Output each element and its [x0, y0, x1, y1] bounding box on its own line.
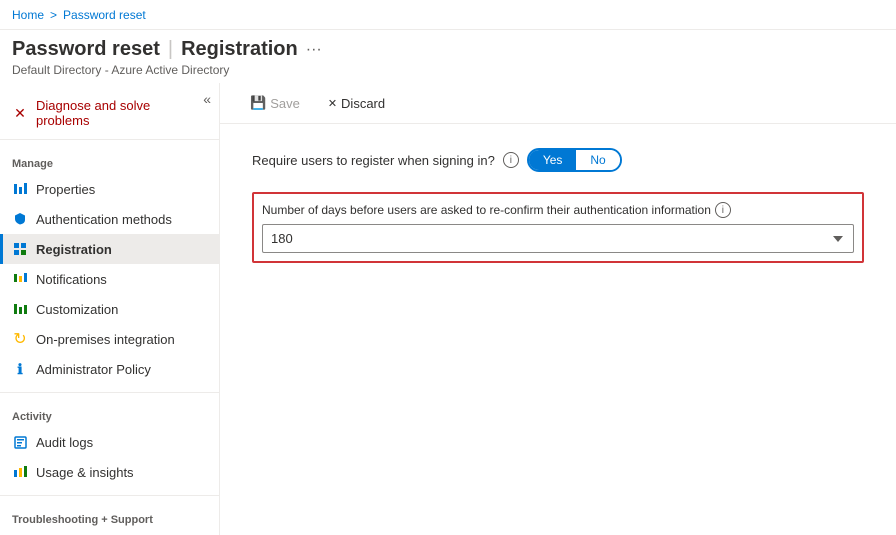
- support-section-label: Troubleshooting + Support: [0, 500, 219, 530]
- content-area: Require users to register when signing i…: [220, 124, 896, 535]
- sidebar-item-audit-logs[interactable]: Audit logs: [0, 427, 219, 457]
- on-prem-icon: ↻: [12, 331, 28, 347]
- sidebar-item-properties[interactable]: Properties: [0, 174, 219, 204]
- registration-icon: [12, 241, 28, 257]
- top-bar: Home > Password reset: [0, 0, 896, 30]
- manage-section-label: Manage: [0, 144, 219, 174]
- page-header: Password reset | Registration ··· Defaul…: [0, 30, 896, 83]
- discard-button[interactable]: ✕ Discard: [322, 92, 391, 115]
- days-label-text: Number of days before users are asked to…: [262, 203, 711, 217]
- diagnose-label: Diagnose and solve problems: [36, 98, 207, 128]
- sidebar-item-new-support[interactable]: New support request: [0, 530, 219, 535]
- sidebar-item-customization[interactable]: Customization: [0, 294, 219, 324]
- customization-icon: [12, 301, 28, 317]
- admin-policy-icon: ℹ: [12, 361, 28, 377]
- auth-methods-icon: [12, 211, 28, 227]
- auth-methods-label: Authentication methods: [36, 212, 172, 227]
- main-layout: « ✕ Diagnose and solve problems Manage P…: [0, 83, 896, 535]
- days-label: Number of days before users are asked to…: [262, 202, 854, 218]
- notifications-label: Notifications: [36, 272, 107, 287]
- ellipsis-button[interactable]: ···: [306, 41, 322, 59]
- usage-insights-icon: [12, 464, 28, 480]
- sidebar-item-auth-methods[interactable]: Authentication methods: [0, 204, 219, 234]
- breadcrumb-current[interactable]: Password reset: [63, 8, 146, 22]
- toggle-yes[interactable]: Yes: [529, 150, 577, 170]
- page-title: Password reset: [12, 38, 160, 61]
- breadcrumb-home[interactable]: Home: [12, 8, 44, 22]
- toolbar: 💾 Save ✕ Discard: [220, 83, 896, 124]
- usage-insights-label: Usage & insights: [36, 465, 134, 480]
- sidebar-item-registration[interactable]: Registration: [0, 234, 219, 264]
- sidebar-item-usage-insights[interactable]: Usage & insights: [0, 457, 219, 487]
- audit-logs-icon: [12, 434, 28, 450]
- notifications-icon: [12, 271, 28, 287]
- discard-icon: ✕: [328, 97, 337, 110]
- customization-label: Customization: [36, 302, 118, 317]
- days-info-icon[interactable]: i: [715, 202, 731, 218]
- save-button[interactable]: 💾 Save: [244, 91, 306, 115]
- right-panel: 💾 Save ✕ Discard Require users to regist…: [220, 83, 896, 535]
- require-register-row: Require users to register when signing i…: [252, 148, 864, 172]
- yes-no-toggle: Yes No: [527, 148, 622, 172]
- days-select[interactable]: 0 90 180 365: [262, 224, 854, 253]
- toggle-no[interactable]: No: [576, 150, 619, 170]
- sidebar-item-on-prem[interactable]: ↻ On-premises integration: [0, 324, 219, 354]
- admin-policy-label: Administrator Policy: [36, 362, 151, 377]
- page-directory-label: Default Directory - Azure Active Directo…: [12, 63, 884, 77]
- breadcrumb-sep: >: [50, 8, 57, 22]
- require-register-info-icon[interactable]: i: [503, 152, 519, 168]
- audit-logs-label: Audit logs: [36, 435, 93, 450]
- sidebar-item-notifications[interactable]: Notifications: [0, 264, 219, 294]
- properties-icon: [12, 181, 28, 197]
- on-prem-label: On-premises integration: [36, 332, 175, 347]
- require-register-label: Require users to register when signing i…: [252, 153, 495, 168]
- page-title-row: Password reset | Registration ···: [12, 38, 884, 61]
- save-icon: 💾: [250, 95, 266, 111]
- activity-section-label: Activity: [0, 397, 219, 427]
- diagnose-icon: ✕: [12, 105, 28, 121]
- properties-label: Properties: [36, 182, 95, 197]
- breadcrumb: Home > Password reset: [12, 8, 146, 22]
- collapse-button[interactable]: «: [203, 91, 211, 107]
- registration-label: Registration: [36, 242, 112, 257]
- sidebar-item-diagnose[interactable]: ✕ Diagnose and solve problems: [0, 91, 219, 135]
- discard-label: Discard: [341, 96, 385, 111]
- days-dropdown-group: Number of days before users are asked to…: [252, 192, 864, 263]
- page-title-separator: |: [168, 38, 173, 61]
- save-label: Save: [270, 96, 300, 111]
- sidebar-item-admin-policy[interactable]: ℹ Administrator Policy: [0, 354, 219, 384]
- sidebar: « ✕ Diagnose and solve problems Manage P…: [0, 83, 220, 535]
- page-subtitle: Registration: [181, 38, 298, 61]
